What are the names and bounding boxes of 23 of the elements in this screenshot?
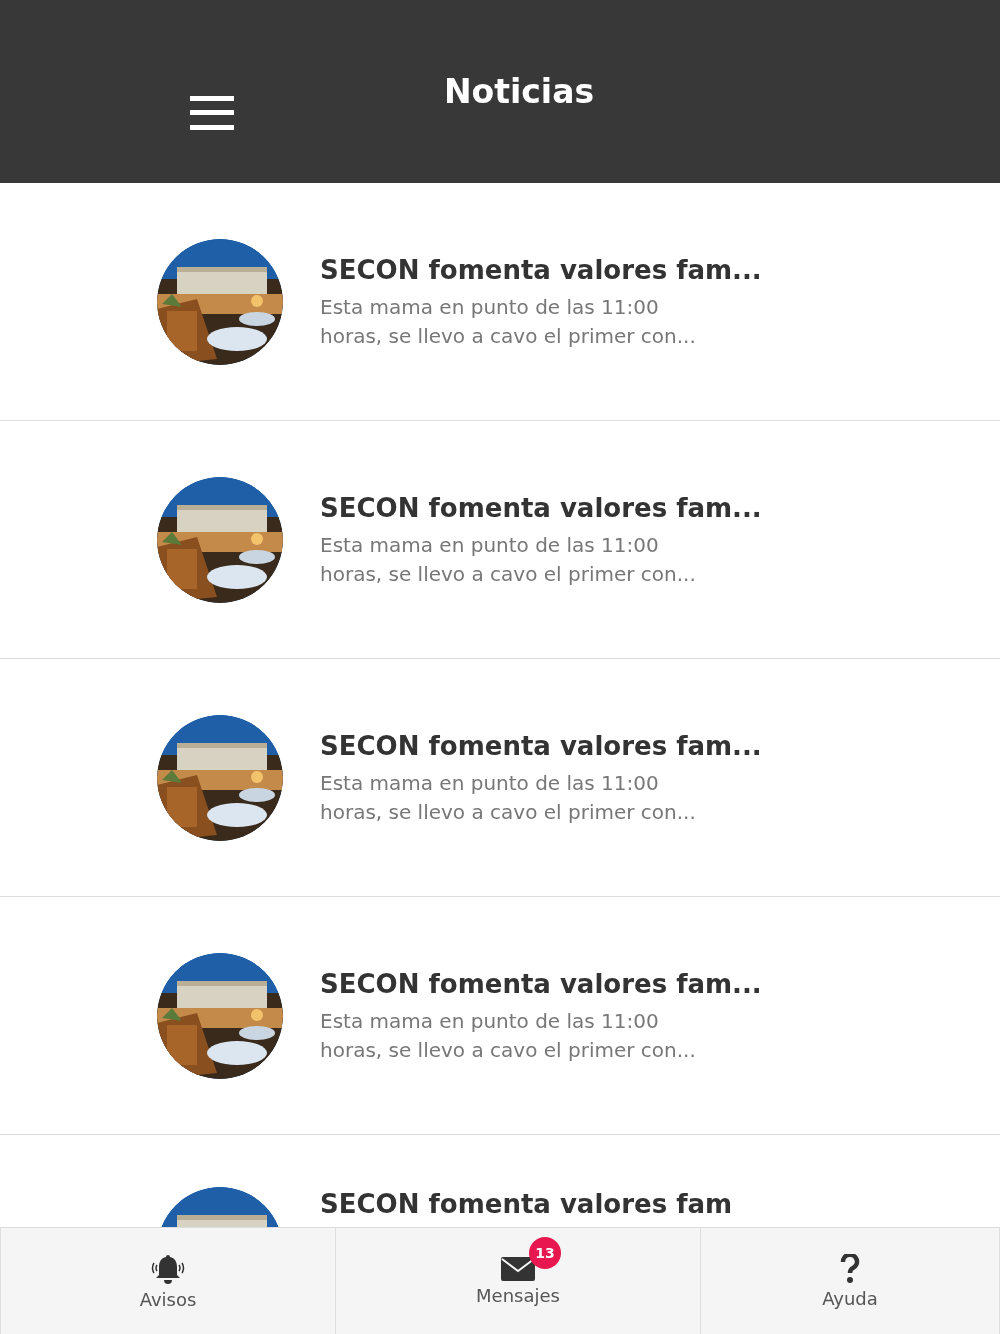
- news-summary: Esta mama en punto de las 11:00 horas, se llevo a cavo el primer con...: [320, 531, 697, 588]
- news-title: SECON fomenta valores fam...: [320, 491, 762, 525]
- news-title: SECON fomenta valores fam...: [320, 967, 762, 1001]
- tab[interactable]: Avisos: [0, 1228, 336, 1334]
- news-summary: Esta mama en punto de las 11:00 horas, se llevo a cavo el primer con...: [320, 769, 697, 826]
- news-item[interactable]: SECON fomenta valores fam... Esta mama en punto de las 11:00 horas, se llevo a cavo el primer con...: [0, 897, 1000, 1135]
- news-title: SECON fomenta valores fam...: [320, 729, 762, 763]
- news-summary: Esta mama en punto de las 11:00 horas, se llevo a cavo el primer con...: [320, 1007, 697, 1064]
- tab-label: Ayuda: [822, 1287, 878, 1309]
- news-title: SECON fomenta valores fam: [320, 1188, 733, 1221]
- envelope-icon: [501, 1256, 535, 1281]
- tab-label: Mensajes: [476, 1284, 560, 1306]
- question-mark-icon: [840, 1253, 860, 1284]
- bell-icon: [150, 1252, 186, 1285]
- screen-title: Noticias: [442, 72, 596, 111]
- news-item[interactable]: SECON fomenta valores fam... Esta mama en punto de las 11:00 horas, se llevo a cavo el primer con...: [0, 183, 1000, 421]
- count-badge: 13: [529, 1236, 561, 1269]
- news-title: SECON fomenta valores fam...: [320, 253, 762, 287]
- tab-label: Avisos: [139, 1288, 197, 1310]
- news-item[interactable]: SECON fomenta valores fam... Esta mama en punto de las 11:00 horas, se llevo a cavo el primer con...: [0, 659, 1000, 897]
- news-summary: Esta mama en punto de las 11:00 horas, se llevo a cavo el primer con...: [320, 293, 697, 350]
- news-item[interactable]: SECON fomenta valores fam... Esta mama en punto de las 11:00 horas, se llevo a cavo el primer con...: [0, 421, 1000, 659]
- menu-icon[interactable]: [190, 96, 234, 130]
